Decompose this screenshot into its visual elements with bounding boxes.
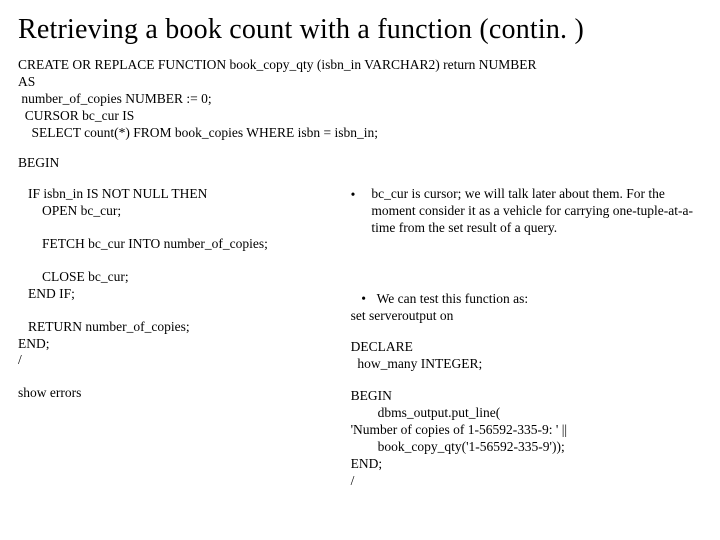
code-block: FETCH bc_cur INTO number_of_copies; — [18, 236, 333, 253]
code-line: RETURN number_of_copies; — [18, 319, 333, 336]
code-line: DECLARE — [351, 339, 702, 356]
code-line: SELECT count(*) FROM book_copies WHERE i… — [18, 125, 702, 142]
code-line: AS — [18, 74, 702, 91]
code-line: END IF; — [18, 286, 333, 303]
code-line: FETCH bc_cur INTO number_of_copies; — [18, 236, 333, 253]
code-block: show errors — [18, 385, 333, 402]
code-line: END; — [18, 336, 333, 353]
code-line: book_copy_qty('1-56592-335-9')); — [351, 439, 702, 456]
bullet-text: We can test this function as: — [377, 291, 529, 306]
code-block: IF isbn_in IS NOT NULL THEN OPEN bc_cur; — [18, 186, 333, 220]
code-line: how_many INTEGER; — [351, 356, 702, 373]
left-code-column: IF isbn_in IS NOT NULL THEN OPEN bc_cur;… — [18, 186, 333, 505]
code-line: END; — [351, 456, 702, 473]
bullet-icon: • — [351, 186, 356, 204]
code-line: show errors — [18, 385, 333, 402]
bullet-item: •We can test this function as: set serve… — [351, 291, 702, 325]
code-line: / — [351, 473, 702, 490]
code-line: OPEN bc_cur; — [18, 203, 333, 220]
code-line: IF isbn_in IS NOT NULL THEN — [18, 186, 333, 203]
code-line: BEGIN — [351, 388, 702, 405]
slide-title: Retrieving a book count with a function … — [18, 12, 702, 47]
bullet-icon: • — [351, 291, 377, 308]
bullet-item: • bc_cur is cursor; we will talk later a… — [351, 186, 702, 237]
code-block: RETURN number_of_copies; END; / — [18, 319, 333, 370]
begin-test-block: BEGIN dbms_output.put_line( 'Number of c… — [351, 388, 702, 489]
code-line: 'Number of copies of 1-56592-335-9: ' || — [351, 422, 702, 439]
function-definition-code: CREATE OR REPLACE FUNCTION book_copy_qty… — [18, 57, 702, 141]
code-line: CURSOR bc_cur IS — [18, 108, 702, 125]
bullet-text: bc_cur is cursor; we will talk later abo… — [371, 186, 702, 237]
code-line: / — [18, 352, 333, 369]
code-line: set serveroutput on — [351, 308, 702, 325]
two-column-layout: IF isbn_in IS NOT NULL THEN OPEN bc_cur;… — [18, 186, 702, 505]
code-line: dbms_output.put_line( — [351, 405, 702, 422]
code-line: CLOSE bc_cur; — [18, 269, 333, 286]
code-line: CREATE OR REPLACE FUNCTION book_copy_qty… — [18, 57, 702, 74]
code-line: number_of_copies NUMBER := 0; — [18, 91, 702, 108]
begin-keyword: BEGIN — [18, 155, 702, 172]
code-block: CLOSE bc_cur; END IF; — [18, 269, 333, 303]
right-notes-column: • bc_cur is cursor; we will talk later a… — [351, 186, 702, 505]
declare-block: DECLARE how_many INTEGER; — [351, 339, 702, 373]
